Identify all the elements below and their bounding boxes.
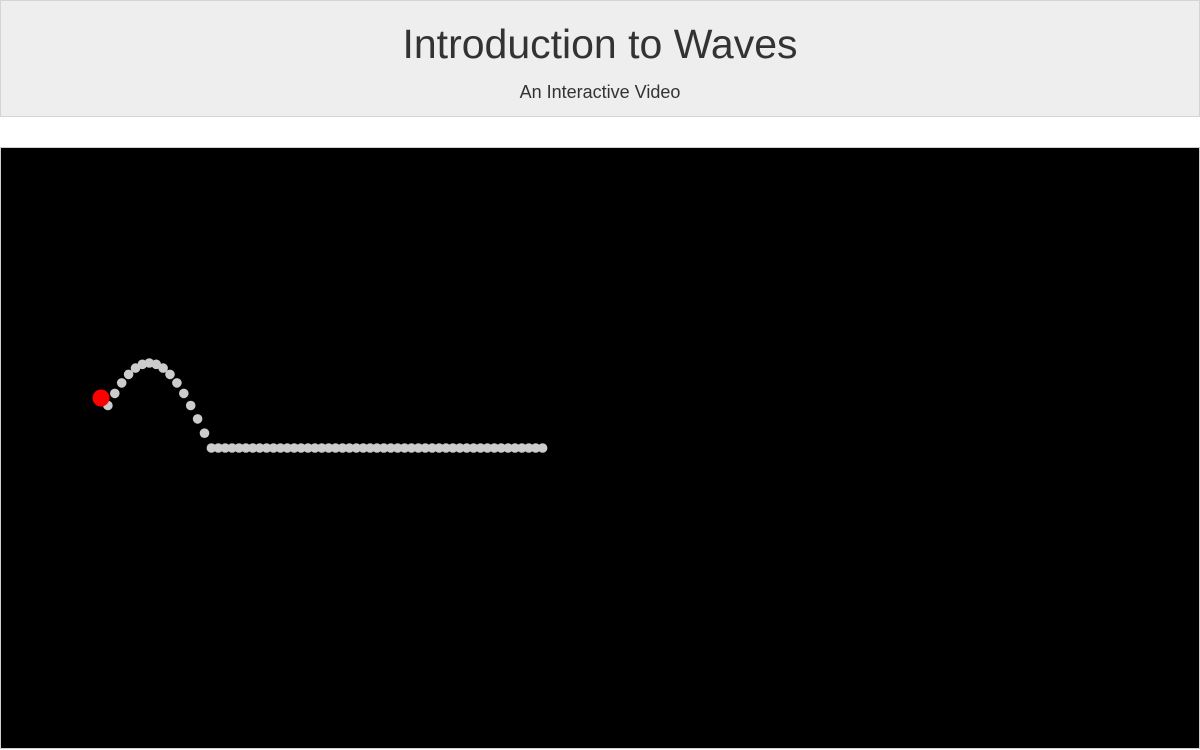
page-header: Introduction to Waves An Interactive Vid… (0, 0, 1200, 117)
string-bead (110, 388, 120, 399)
string-bead (192, 414, 203, 424)
string-bead (179, 388, 189, 399)
driver-bead[interactable] (92, 389, 110, 407)
wave-video-stage[interactable] (0, 147, 1200, 749)
page-subtitle: An Interactive Video (519, 82, 681, 102)
stage-background (1, 148, 1199, 748)
string-bead (172, 378, 182, 388)
string-bead (199, 428, 210, 439)
string-bead (116, 378, 127, 388)
string-bead (185, 400, 196, 411)
wave-string-canvas[interactable] (1, 148, 1199, 748)
string-bead (165, 369, 175, 380)
string-bead (537, 443, 548, 453)
page-title: Introduction to Waves (402, 21, 798, 67)
